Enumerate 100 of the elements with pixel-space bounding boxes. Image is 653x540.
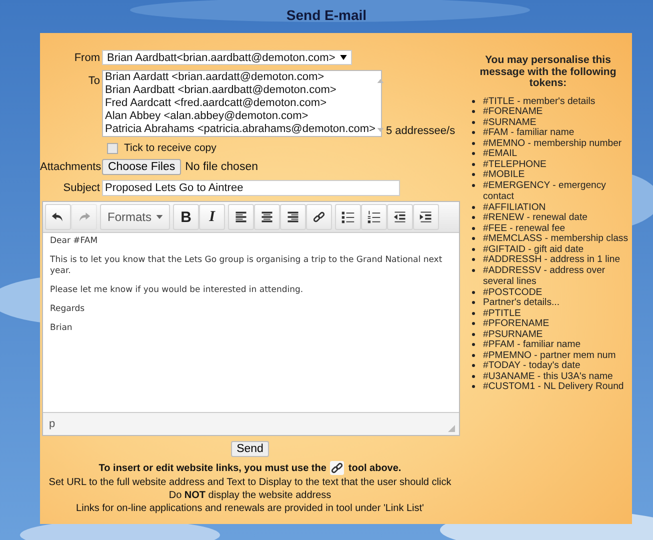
from-dropdown[interactable]: Brian Aardbatt<brian.aardbatt@demoton.com> — [102, 50, 352, 65]
recipient-item[interactable]: Brian Aardbatt <brian.aardbatt@demoton.com> — [105, 84, 376, 97]
token-item: #TITLE - member's details — [483, 96, 596, 107]
recipient-item[interactable]: Brian Aardatt <brian.aardatt@demoton.com> — [105, 71, 376, 84]
instruction-text: Set URL to the full website address and Text to Display to the text that the user should click — [48, 476, 452, 489]
italic-button[interactable]: I — [199, 204, 225, 230]
bullet-icon — [472, 248, 475, 250]
recipient-item[interactable]: Fred Aardcatt <fred.aardcatt@demoton.com> — [105, 97, 376, 110]
bullet-icon — [472, 312, 475, 314]
recipient-item[interactable]: Alan Abbey <alan.abbey@demoton.com> — [105, 110, 376, 123]
subject-field[interactable]: Proposed Lets Go to Aintree — [102, 180, 400, 196]
link-instruction-end: tool above. — [348, 462, 402, 474]
token-item: #PMEMNO - partner mem num — [483, 350, 616, 361]
copy-checkbox[interactable] — [107, 142, 118, 154]
link-button[interactable] — [306, 204, 332, 230]
bullet-icon — [472, 120, 475, 124]
numbers-button[interactable] — [361, 204, 387, 230]
message-paragraph: Brian — [50, 323, 74, 334]
bullet-icon — [472, 301, 475, 304]
token-item: #TELEPHONE — [483, 158, 546, 170]
token-item: #SURNAME — [483, 116, 536, 128]
recipient-list[interactable] — [102, 70, 382, 137]
bullets-icon — [341, 210, 355, 224]
token-item: #PTITLE — [483, 308, 521, 319]
token-item: #MOBILE — [483, 169, 525, 180]
from-label: From — [73, 52, 101, 64]
message-paragraph: This is to let you know that the Lets Go group is organising a trip to the Grand National next year. — [50, 255, 444, 277]
addressee-count: 5 addressee/s — [385, 125, 456, 137]
bullet-icon — [472, 237, 475, 240]
formats-dropdown[interactable]: Formats — [100, 204, 170, 230]
bullet-icon — [472, 152, 475, 155]
align-center-icon — [260, 210, 274, 224]
send-button[interactable]: Send — [230, 441, 270, 457]
bullets-button[interactable] — [335, 204, 361, 230]
bullet-icon — [472, 216, 475, 219]
align-left-button[interactable] — [228, 204, 254, 230]
bullet-icon — [472, 173, 475, 176]
bold-button[interactable]: B — [173, 204, 199, 230]
indent-button[interactable] — [413, 204, 439, 230]
undo-icon — [51, 210, 65, 224]
token-item: #ADDRESSV - address over several lines — [483, 264, 606, 288]
token-item: #TODAY - today's date — [483, 360, 580, 372]
bullet-icon — [472, 206, 475, 208]
bullet-icon — [472, 332, 475, 336]
link-icon — [330, 461, 344, 475]
caret-icon — [340, 55, 348, 60]
token-item: #FEE - renewal fee — [483, 222, 566, 234]
message-paragraph: Regards — [50, 304, 86, 315]
element-path: p — [49, 418, 56, 430]
bullet-icon — [472, 226, 475, 230]
token-item: #ADDRESSH - address in 1 line — [483, 254, 620, 266]
page-title: Send E-mail — [285, 6, 368, 25]
bullet-icon — [472, 385, 475, 388]
token-item: #MEMCLASS - membership class — [483, 233, 628, 244]
tokens-heading: You may personalise this message with the following tokens: — [478, 55, 618, 90]
bullet-icon — [472, 354, 475, 356]
bullet-icon — [472, 268, 475, 272]
token-item: #CUSTOM1 - NL Delivery Round — [483, 381, 624, 392]
subject-label: Subject — [62, 182, 101, 194]
resize-grip-icon[interactable] — [448, 425, 455, 432]
token-item: #FORENAME — [483, 106, 543, 118]
token-item: #PFORENAME — [483, 318, 550, 330]
choose-files-button[interactable]: Choose Files — [102, 159, 182, 175]
bullet-icon — [472, 184, 475, 186]
bullet-icon — [472, 162, 475, 166]
token-item: #MEMNO - membership number — [483, 138, 622, 149]
token-item: #EMERGENCY - emergency contact — [483, 180, 607, 202]
bullet-icon — [472, 142, 475, 144]
outdent-icon — [393, 210, 407, 224]
instruction-text: Do NOT display the website address — [168, 489, 332, 502]
redo-icon — [77, 210, 91, 224]
align-right-button[interactable] — [280, 204, 306, 230]
recipient-item[interactable]: Patricia Abrahams <patricia.abrahams@demoton.com> — [105, 123, 376, 136]
copy-label: Tick to receive copy — [124, 142, 216, 154]
link-instruction: To insert or edit website links, you must use the — [98, 462, 326, 474]
file-status: No file chosen — [184, 161, 258, 173]
token-item: #U3ANAME - this U3A's name — [483, 370, 613, 382]
outdent-button[interactable] — [387, 204, 413, 230]
instruction-text: Links for on-line applications and renewals are provided in tool under 'Link List' — [75, 502, 425, 515]
token-item: #FAM - familiar name — [483, 127, 574, 138]
bullet-icon — [472, 374, 475, 378]
message-paragraph: Dear #FAM — [50, 236, 99, 247]
token-item: #RENEW - renewal date — [483, 212, 588, 224]
token-item: #POSTCODE — [483, 286, 542, 298]
align-center-button[interactable] — [254, 204, 280, 230]
bullet-icon — [472, 322, 475, 325]
indent-icon — [419, 210, 433, 224]
bullet-icon — [472, 364, 475, 367]
token-item: #AFFILIATION — [483, 202, 546, 213]
token-item: #PFAM - familiar name — [483, 339, 581, 350]
align-right-icon — [286, 210, 300, 224]
to-label: To — [87, 74, 101, 87]
token-item: Partner's details... — [483, 297, 560, 308]
bullet-icon — [472, 110, 475, 113]
bullet-icon — [472, 258, 475, 261]
bullet-icon — [472, 290, 475, 294]
align-left-icon — [234, 210, 248, 224]
undo-button[interactable] — [45, 204, 71, 230]
bullet-icon — [472, 343, 475, 346]
bullet-icon — [472, 131, 475, 134]
